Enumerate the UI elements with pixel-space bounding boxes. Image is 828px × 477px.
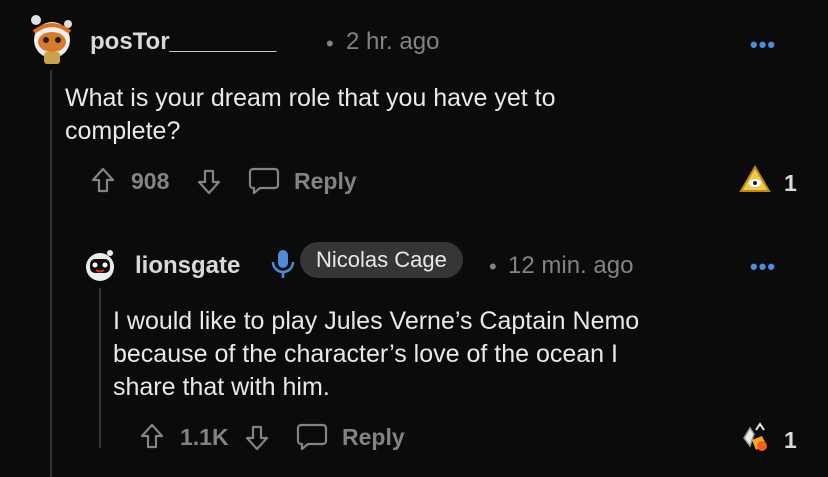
separator-dot: • [489,254,497,279]
reply-body-line: because of the character’s love of the o… [113,340,618,368]
avatar-snoo-icon [86,250,114,281]
reply-button[interactable]: Reply [248,165,378,197]
reply-thread-line[interactable] [99,288,101,448]
upvote-icon [140,423,164,449]
comment-timestamp: 2 hr. ago [346,28,440,55]
comment-bubble-icon [296,423,328,451]
downvote-icon [245,425,269,451]
downvote-icon [197,169,221,195]
avatar-snoo-icon [31,15,72,64]
more-options-button[interactable]: ••• [750,34,776,56]
microphone-icon [270,248,296,280]
reply-timestamp: 12 min. ago [508,252,634,279]
award-badge[interactable] [738,420,772,454]
comment-bubble-icon [248,167,280,195]
reply-body: I would like to play Jules Verne’s Capta… [113,305,639,404]
award-count: 1 [784,427,797,453]
reply-username[interactable]: lionsgate [135,252,240,280]
separator-dot: • [326,31,334,56]
thread-line[interactable] [50,70,52,477]
comment-body-line: complete? [65,117,181,145]
upvote-button[interactable] [90,166,116,194]
comment-avatar[interactable] [24,10,80,66]
award-icon [743,422,767,451]
comment-username[interactable]: posTor________ [90,28,276,56]
award-badge[interactable] [738,163,772,197]
downvote-button[interactable] [244,424,270,452]
upvote-button[interactable] [139,422,165,450]
award-icon [739,165,771,192]
reply-body-line: share that with him. [113,373,330,401]
award-count: 1 [784,170,797,196]
reply-button[interactable]: Reply [296,421,426,453]
vote-count: 1.1K [180,424,229,450]
vote-count: 908 [131,168,170,194]
upvote-icon [91,167,115,193]
downvote-button[interactable] [196,168,222,196]
more-options-button[interactable]: ••• [750,256,776,278]
reply-avatar[interactable] [82,247,118,283]
user-flair: Nicolas Cage [300,242,463,278]
reply-label: Reply [294,168,357,194]
comment-body-line: What is your dream role that you have ye… [65,84,556,112]
reply-body-line: I would like to play Jules Verne’s Capta… [113,307,640,335]
reply-label: Reply [342,424,405,450]
comment-body: What is your dream role that you have ye… [65,82,556,148]
